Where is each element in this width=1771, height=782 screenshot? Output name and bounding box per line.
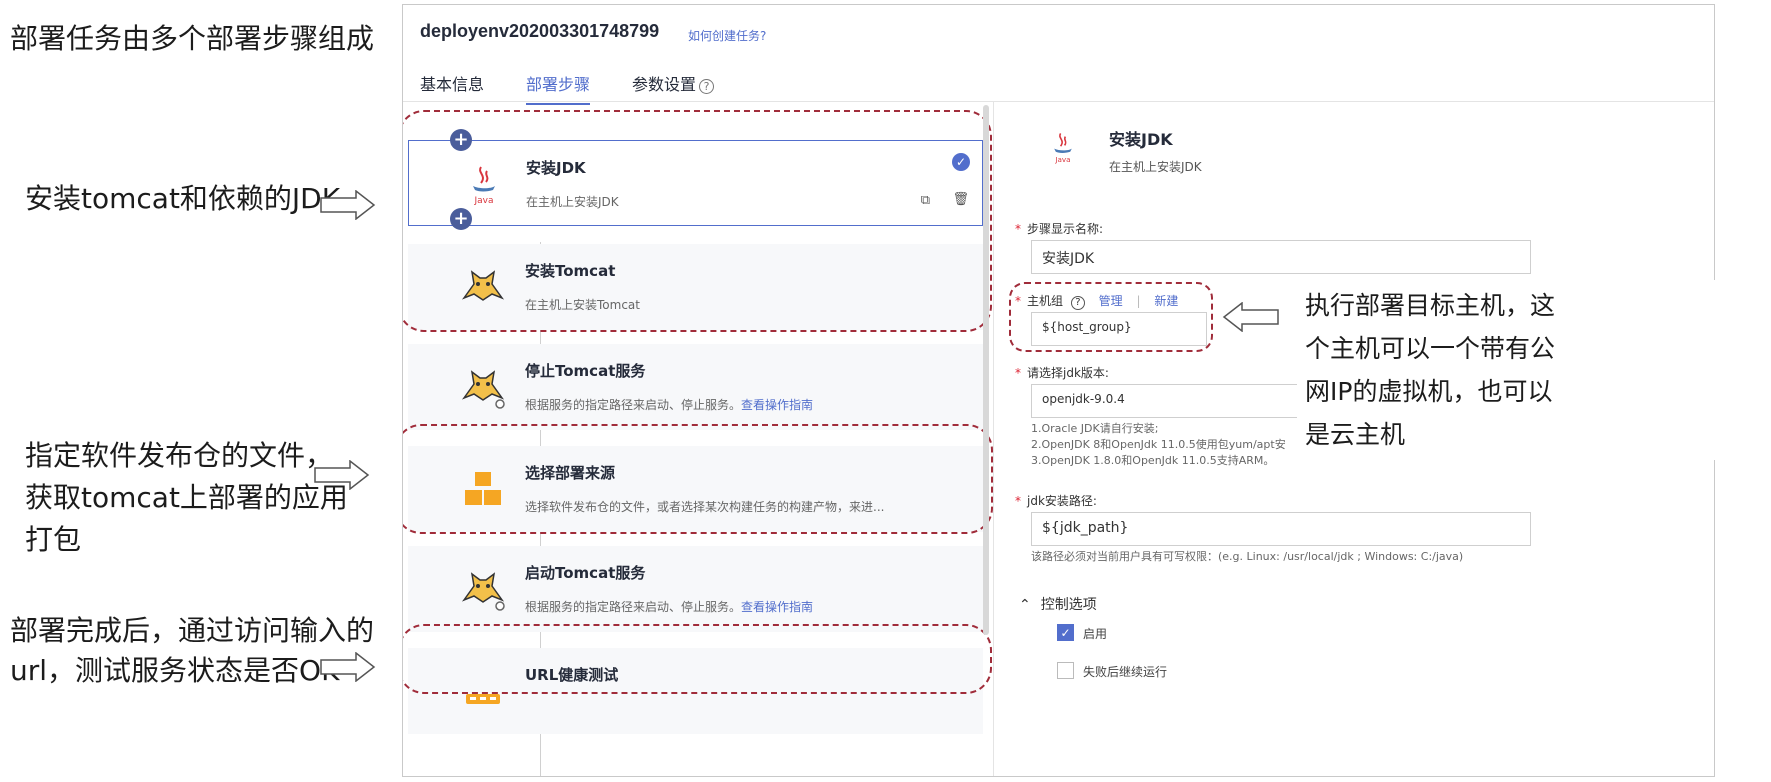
highlight-host-group [1009,282,1213,352]
step-name-input[interactable]: 安装JDK [1031,240,1531,274]
continue-on-fail-label: 失败后继续运行 [1083,665,1168,679]
annotation-source-2: 获取tomcat上部署的应用 [25,481,348,514]
tab-bar: 基本信息 部署步骤 参数设置? [420,71,756,105]
tomcat-gear-icon [461,572,505,611]
jdk-hint-3: 3.OpenJDK 1.8.0和OpenJdk 11.0.5支持ARM。 [1031,454,1275,467]
help-icon[interactable]: ? [699,79,715,94]
annotation-source-3: 打包 [25,523,82,556]
annotation-jdk: 安装tomcat和依赖的JDK [25,182,341,215]
annotation-source-1: 指定软件发布仓的文件， [25,439,334,472]
jdk-path-hint: 该路径必须对当前用户具有可写权限：(e.g. Linux: /usr/local… [1031,550,1464,563]
highlight-install-group [403,110,992,332]
tab-basic-info[interactable]: 基本信息 [420,71,484,105]
host-callout: 执行部署目标主机，这个主机可以一个带有公网IP的虚拟机，也可以是云主机 [1297,280,1771,460]
arrow-right-icon [320,190,376,220]
step-title: 停止Tomcat服务 [525,362,646,380]
arrow-right-icon [320,652,376,682]
name-label: * 步骤显示名称: [1015,222,1104,236]
control-options-toggle[interactable]: ⌃ 控制选项 [1019,594,1097,614]
enable-label: 启用 [1083,627,1108,641]
enable-checkbox[interactable]: ✓ [1057,624,1074,641]
jdk-hint-1: 1.Oracle JDK请自行安装; [1031,422,1159,435]
highlight-source [403,424,993,534]
step-desc: 根据服务的指定路径来启动、停止服务。查看操作指南 [525,600,814,614]
annotation-top: 部署任务由多个部署步骤组成 [10,22,375,55]
host-callout-text: 执行部署目标主机，这个主机可以一个带有公网IP的虚拟机，也可以是云主机 [1305,291,1556,449]
jdk-hint-2: 2.OpenJDK 8和OpenJdk 11.0.5使用包yum/apt安 [1031,438,1286,451]
tab-parameters[interactable]: 参数设置? [632,71,715,105]
help-link[interactable]: 如何创建任务? [688,27,766,44]
continue-on-fail-checkbox[interactable] [1057,662,1074,679]
chevron-up-icon: ⌃ [1019,597,1031,613]
jdk-path-label: * jdk安装路径: [1015,494,1097,508]
guide-link[interactable]: 查看操作指南 [741,600,813,614]
tab-deploy-steps[interactable]: 部署步骤 [526,71,591,105]
step-start-tomcat[interactable]: 启动Tomcat服务 根据服务的指定路径来启动、停止服务。查看操作指南 [408,546,983,632]
arrow-right-icon [314,460,370,490]
detail-title: 安装JDK [1109,130,1173,149]
step-desc: 根据服务的指定路径来启动、停止服务。查看操作指南 [525,398,814,412]
detail-subtitle: 在主机上安装JDK [1109,160,1202,174]
panel-divider [993,102,994,776]
java-icon: Java [1054,132,1072,164]
step-title: 启动Tomcat服务 [525,564,646,582]
tomcat-gear-icon [461,370,505,409]
task-title: deployenv202003301748799 [420,21,660,41]
highlight-url [403,624,992,694]
jdk-path-input[interactable]: ${jdk_path} [1031,512,1531,546]
guide-link[interactable]: 查看操作指南 [741,398,813,412]
annotation-url-1: 部署完成后，通过访问输入的 [10,614,375,647]
svg-text:Java: Java [1054,155,1070,164]
jdk-version-label: * 请选择jdk版本: [1015,366,1109,380]
steps-scrollbar[interactable] [983,105,989,635]
annotation-url-2: url，测试服务状态是否OK [10,654,340,687]
step-stop-tomcat[interactable]: 停止Tomcat服务 根据服务的指定路径来启动、停止服务。查看操作指南 [408,344,983,430]
arrow-left-icon [1222,302,1279,332]
